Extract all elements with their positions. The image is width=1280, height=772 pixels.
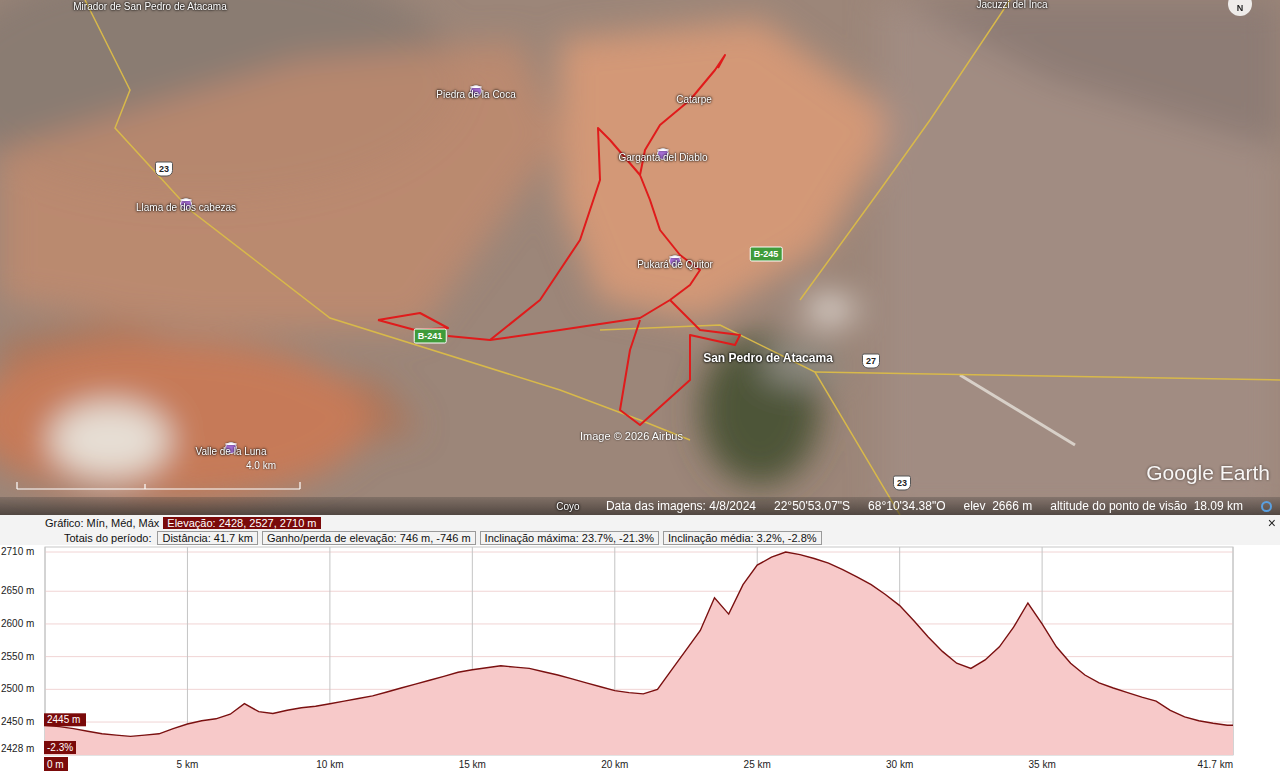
elevation-profile: Gráfico: Mín, Méd, Máx Elevação: 2428, 25… — [0, 515, 1280, 772]
map-place[interactable]: Valle de la Luna — [225, 442, 237, 454]
copyright: Image © 2026 Airbus — [580, 430, 683, 442]
map-place[interactable]: Piedra de la Coca — [470, 85, 482, 97]
road-shield: 27 — [862, 354, 880, 369]
min-label: 2428 m — [1, 743, 34, 754]
totals-label: Totais do período: — [64, 532, 153, 544]
elevation-line — [45, 552, 1233, 736]
status-bar: Data das imagens: 4/8/2024 22°50'53.07"S 6… — [0, 497, 1280, 515]
place-pin-icon[interactable] — [657, 149, 669, 151]
svg-text:-2.3%: -2.3% — [47, 742, 73, 753]
svg-text:2650 m: 2650 m — [1, 585, 34, 596]
scale-bar — [17, 482, 300, 489]
map-place[interactable]: Catarpe — [676, 93, 712, 105]
map-place[interactable]: Jacuzzi del Inca — [976, 0, 1047, 10]
place-label: Valle de la Luna — [196, 446, 267, 457]
svg-text:5 km: 5 km — [177, 759, 199, 770]
road-shield: 23 — [893, 476, 911, 491]
place-pin-icon[interactable] — [180, 199, 192, 201]
longitude: 68°10'34.38"O — [868, 499, 945, 513]
elevation-chart[interactable]: 2710 m 2650 m 2600 m 2550 m 2500 m 2450 m 2445… — [0, 545, 1280, 772]
route-path[interactable] — [378, 55, 740, 425]
cursor-elevation: 2445 m — [44, 713, 86, 726]
svg-text:20 km: 20 km — [601, 759, 628, 770]
map-place[interactable]: Llama de dos cabezas — [180, 198, 192, 210]
map-place[interactable]: Pukará de Quitor — [669, 255, 681, 267]
y-axis: 2710 m 2650 m 2600 m 2550 m 2500 m 2450 m — [1, 546, 34, 727]
svg-text:2710 m: 2710 m — [1, 546, 34, 557]
total-item: Ganho/perda de elevação: 746 m, -746 m — [262, 531, 476, 545]
roads — [85, 0, 1280, 515]
svg-text:2550 m: 2550 m — [1, 651, 34, 662]
svg-text:25 km: 25 km — [744, 759, 771, 770]
satellite-map[interactable]: 23 B-241 B-245 27 23 4.0 km Image © 2026 Airbu… — [0, 0, 1280, 515]
close-button[interactable]: × — [1268, 515, 1276, 531]
google-earth-logo: Google Earth — [1146, 461, 1270, 485]
svg-text:35 km: 35 km — [1029, 759, 1056, 770]
total-item: Inclinação máxima: 23.7%, -21.3% — [480, 531, 659, 545]
loading-icon — [1261, 501, 1272, 512]
place-label: Piedra de la Coca — [436, 89, 516, 100]
place-label: Pukará de Quitor — [637, 259, 713, 270]
eye-altitude: altitude do ponto de visão 18.09 km — [1050, 499, 1243, 513]
svg-text:41.7 km: 41.7 km — [1197, 759, 1233, 770]
svg-text:2600 m: 2600 m — [1, 618, 34, 629]
place-label: Catarpe — [676, 94, 712, 105]
latitude: 22°50'53.07"S — [774, 499, 850, 513]
elevation-area — [45, 552, 1233, 755]
chart-label: Gráfico: Mín, Méd, Máx — [45, 517, 159, 529]
place-pin-icon[interactable] — [669, 256, 681, 258]
place-label: Coyo — [556, 501, 579, 512]
scale-label: 4.0 km — [246, 460, 276, 471]
svg-text:2450 m: 2450 m — [1, 716, 34, 727]
elevation: elev 2666 m — [963, 499, 1032, 513]
svg-text:2500 m: 2500 m — [1, 683, 34, 694]
svg-text:15 km: 15 km — [459, 759, 486, 770]
map-place[interactable]: Garganta del Diablo — [657, 148, 669, 160]
map-place[interactable]: Coyo — [556, 500, 579, 512]
place-label: Garganta del Diablo — [619, 152, 708, 163]
cursor-slope: -2.3% — [44, 741, 76, 754]
place-label: Jacuzzi del Inca — [976, 0, 1047, 10]
x-axis: 0 m 5 km 10 km 15 km 20 km 25 km 30 km 35 km 41.… — [44, 757, 1233, 771]
place-label: Llama de dos cabezas — [136, 202, 236, 213]
place-pin-icon[interactable] — [225, 443, 237, 445]
total-item: Inclinação média: 3.2%, -2.8% — [663, 531, 822, 545]
road-shield: B-245 — [750, 247, 783, 262]
x-gridlines — [45, 547, 1233, 755]
profile-header: Gráfico: Mín, Méd, Máx Elevação: 2428, 25… — [0, 515, 1280, 545]
road-shield: 23 — [155, 162, 173, 177]
svg-text:30 km: 30 km — [886, 759, 913, 770]
google-earth-window: 23 B-241 B-245 27 23 4.0 km Image © 2026 Airbu… — [0, 0, 1280, 772]
total-item: Distância: 41.7 km — [157, 531, 257, 545]
place-label: San Pedro de Atacama — [703, 351, 833, 365]
svg-text:10 km: 10 km — [316, 759, 343, 770]
map-place[interactable]: Mirador de San Pedro de Atacama — [73, 0, 226, 12]
place-pin-icon[interactable] — [470, 86, 482, 88]
plot-area — [45, 547, 1233, 755]
imagery-date: Data das imagens: 4/8/2024 — [606, 499, 756, 513]
svg-text:2445 m: 2445 m — [47, 714, 80, 725]
road-shield: B-241 — [414, 329, 447, 344]
svg-text:0 m: 0 m — [47, 759, 64, 770]
map-place[interactable]: San Pedro de Atacama — [703, 350, 833, 365]
elevation-summary[interactable]: Elevação: 2428, 2527, 2710 m — [163, 517, 320, 529]
place-label: Mirador de San Pedro de Atacama — [73, 1, 226, 12]
